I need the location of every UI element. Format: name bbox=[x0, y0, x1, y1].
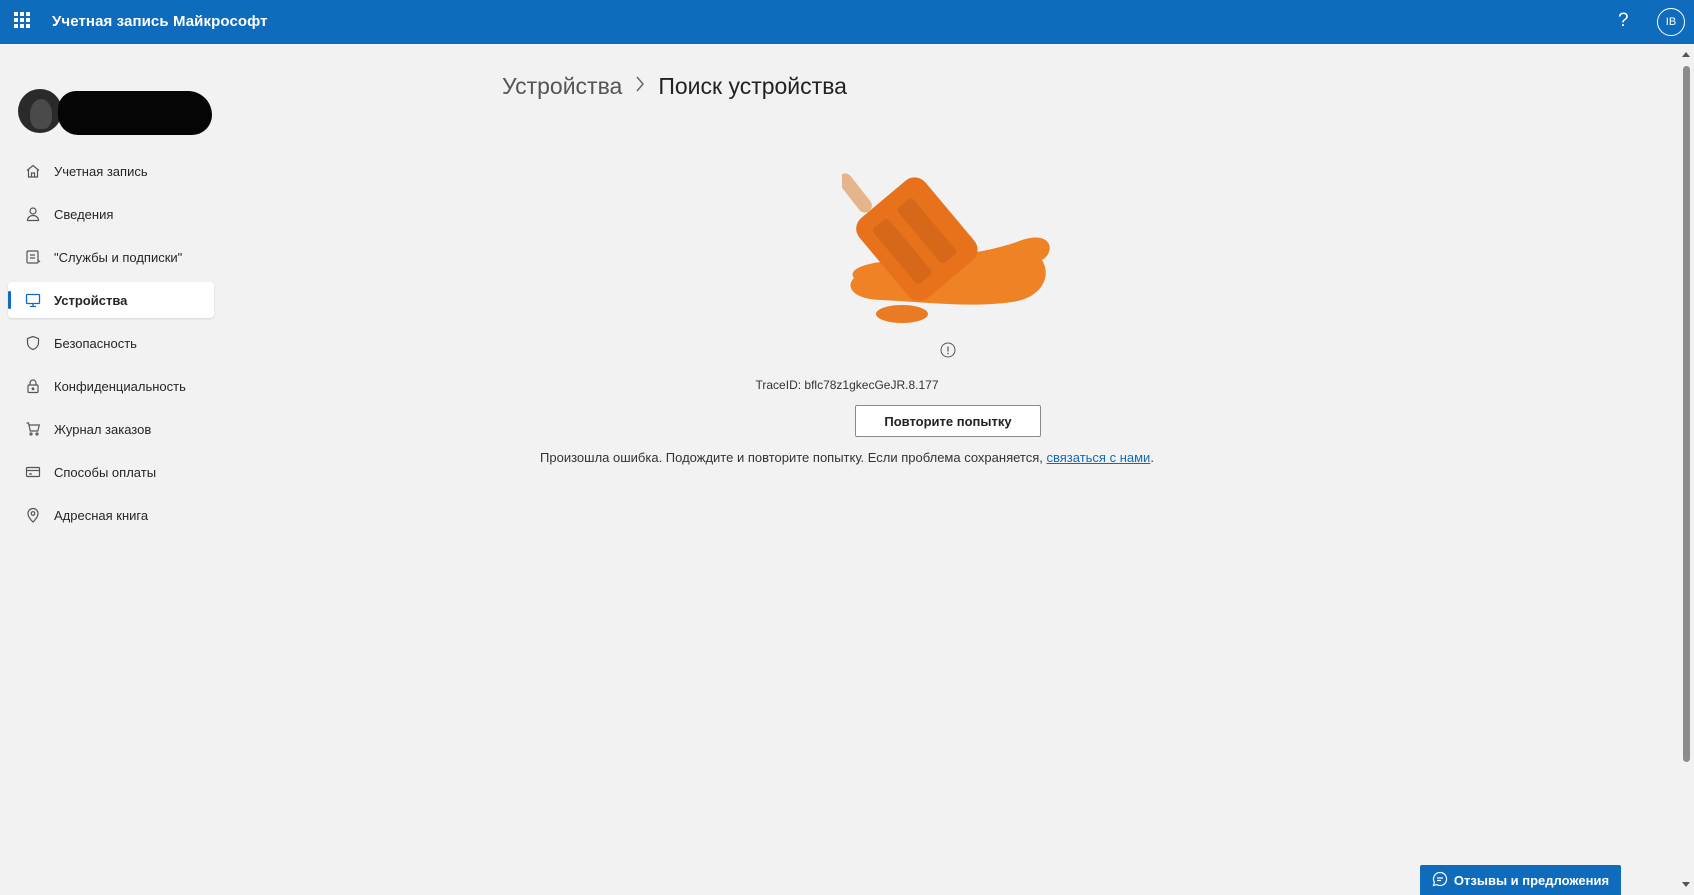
top-bar: Учетная запись Майкрософт ? IB bbox=[0, 0, 1694, 44]
account-avatar-button[interactable]: IB bbox=[1657, 8, 1685, 36]
sidebar-item-info[interactable]: Сведения bbox=[8, 196, 214, 232]
sidebar-item-label: Журнал заказов bbox=[54, 421, 152, 437]
scroll-down-arrow-icon[interactable] bbox=[1682, 882, 1690, 887]
error-text: Произошла ошибка. Подождите и повторите … bbox=[540, 450, 1043, 465]
trace-value: bflc78z1gkecGeJR.8.177 bbox=[804, 378, 939, 392]
melted-popsicle-illustration bbox=[842, 173, 1050, 323]
sidebar-item-label: Способы оплаты bbox=[54, 464, 157, 480]
redacted-profile-name bbox=[58, 91, 212, 135]
error-text-end: . bbox=[1150, 450, 1154, 465]
sidebar-item-account[interactable]: Учетная запись bbox=[8, 153, 214, 189]
home-icon bbox=[24, 162, 42, 180]
sidebar-item-label: Устройства bbox=[54, 292, 128, 308]
sidebar-item-subscriptions[interactable]: "Службы и подписки" bbox=[8, 239, 214, 275]
app-launcher-icon[interactable] bbox=[14, 12, 30, 28]
cart-icon bbox=[24, 420, 42, 438]
chat-bubble-icon bbox=[1432, 871, 1448, 890]
monitor-icon bbox=[24, 291, 42, 309]
breadcrumb: Устройства Поиск устройства bbox=[502, 73, 847, 100]
sidebar-item-orders[interactable]: Журнал заказов bbox=[8, 411, 214, 447]
feedback-button[interactable]: Отзывы и предложения bbox=[1420, 865, 1621, 895]
info-icon[interactable] bbox=[940, 342, 956, 358]
feedback-label: Отзывы и предложения bbox=[1453, 872, 1610, 888]
scroll-up-arrow-icon[interactable] bbox=[1682, 52, 1690, 57]
subscriptions-icon bbox=[24, 248, 42, 266]
contact-us-link[interactable]: связаться с нами bbox=[1047, 450, 1151, 465]
sidebar-item-label: Сведения bbox=[54, 206, 114, 222]
sidebar-item-label: Адресная книга bbox=[54, 507, 149, 523]
location-pin-icon bbox=[24, 506, 42, 524]
retry-button[interactable]: Повторите попытку bbox=[855, 405, 1041, 437]
sidebar-item-label: Безопасность bbox=[54, 335, 137, 351]
shield-icon bbox=[24, 334, 42, 352]
sidebar-item-label: "Службы и подписки" bbox=[54, 249, 183, 265]
help-icon[interactable]: ? bbox=[1618, 10, 1629, 32]
trace-label: TraceID: bbox=[755, 378, 802, 392]
scrollbar-thumb[interactable] bbox=[1683, 66, 1690, 762]
person-icon bbox=[24, 205, 42, 223]
error-message: Произошла ошибка. Подождите и повторите … bbox=[0, 450, 1694, 465]
page-title: Поиск устройства bbox=[658, 73, 847, 99]
app-title[interactable]: Учетная запись Майкрософт bbox=[52, 13, 268, 30]
sidebar-item-address-book[interactable]: Адресная книга bbox=[8, 497, 214, 533]
sidebar-item-label: Учетная запись bbox=[54, 163, 148, 179]
sidebar-item-security[interactable]: Безопасность bbox=[8, 325, 214, 361]
breadcrumb-parent-link[interactable]: Устройства bbox=[502, 73, 622, 100]
sidebar-nav: Учетная запись Сведения "Службы и подпис… bbox=[8, 153, 214, 540]
chevron-right-icon bbox=[634, 75, 646, 99]
trace-id: TraceID: bflc78z1gkecGeJR.8.177 bbox=[0, 378, 1694, 392]
profile-avatar bbox=[18, 89, 62, 133]
sidebar-item-devices[interactable]: Устройства bbox=[8, 282, 214, 318]
credit-card-icon bbox=[24, 463, 42, 481]
